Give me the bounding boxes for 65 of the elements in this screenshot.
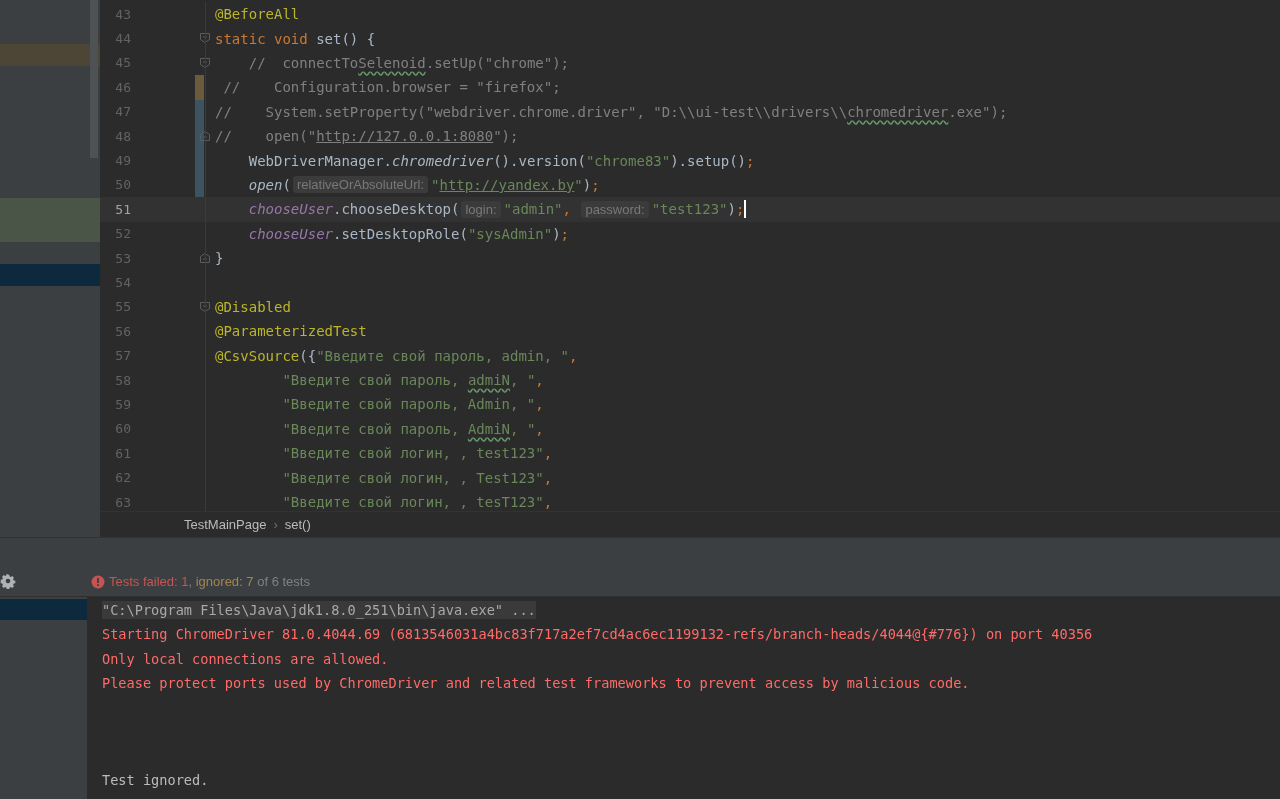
line-number: 57 bbox=[114, 348, 131, 364]
change-marker[interactable] bbox=[195, 75, 204, 100]
breadcrumb-item[interactable]: set() bbox=[284, 517, 311, 532]
line-number: 59 bbox=[114, 396, 131, 412]
code-line: // System.setProperty("webdriver.chrome.driver", "D:\\ui-test\\drivers\\chromedriver.exe"); bbox=[215, 103, 1008, 120]
line-number: 50 bbox=[114, 177, 131, 193]
code-line: } bbox=[215, 250, 224, 267]
code-line: "Введите свой пароль, Admin, ", bbox=[281, 396, 544, 413]
code-line: // open("http://127.0.0.1:8080"); bbox=[215, 128, 519, 145]
line-number: 60 bbox=[114, 421, 131, 437]
scrollbar[interactable] bbox=[90, 0, 98, 158]
selected-row[interactable] bbox=[0, 264, 100, 286]
line-number: 63 bbox=[114, 494, 131, 510]
line-number: 49 bbox=[114, 153, 131, 169]
test-status: Tests failed: 1, ignored: 7 of 6 tests bbox=[109, 574, 310, 589]
error-icon bbox=[91, 574, 105, 589]
console-line: Test ignored. bbox=[102, 772, 209, 789]
settings-icon[interactable] bbox=[0, 573, 16, 589]
breadcrumb-item[interactable]: TestMainPage bbox=[184, 517, 267, 532]
code-line: "Введите свой логин, , test123", bbox=[281, 445, 553, 462]
fold-icon[interactable] bbox=[199, 56, 211, 69]
line-number: 48 bbox=[114, 128, 131, 144]
code-line: // Configuration.browser = "firefox"; bbox=[222, 79, 561, 96]
change-marker[interactable] bbox=[195, 172, 204, 198]
code-line: chooseUser.chooseDesktop( login: "admin", password: "test123"); bbox=[247, 200, 747, 219]
line-number: 54 bbox=[114, 275, 131, 290]
code-line: static void set() { bbox=[215, 30, 376, 47]
code-line: @ParameterizedTest bbox=[215, 323, 367, 340]
code-line: "Введите свой логин, , tesT123", bbox=[281, 494, 553, 510]
code-line: "Введите свой пароль, admiN, ", bbox=[281, 372, 544, 389]
code-line: WebDriverManager.chromedriver().version("chrome83").setup(); bbox=[247, 152, 755, 169]
fold-icon[interactable] bbox=[199, 32, 211, 45]
line-number: 56 bbox=[114, 323, 131, 339]
code-line: chooseUser.setDesktopRole("sysAdmin"); bbox=[247, 225, 570, 242]
fold-icon[interactable] bbox=[199, 251, 211, 264]
line-number: 58 bbox=[114, 372, 131, 388]
code-line: @BeforeAll bbox=[215, 6, 300, 23]
fold-icon[interactable] bbox=[199, 300, 211, 313]
line-number: 62 bbox=[114, 470, 131, 486]
code-line: open( relativeOrAbsoluteUrl: "http://yandex.by"); bbox=[247, 176, 600, 194]
line-number: 46 bbox=[114, 79, 131, 95]
line-number: 47 bbox=[114, 104, 131, 120]
highlighted-row[interactable] bbox=[0, 198, 100, 220]
fold-icon[interactable] bbox=[199, 129, 211, 142]
tree-row[interactable] bbox=[0, 599, 87, 620]
line-number: 43 bbox=[114, 6, 131, 22]
line-number: 51 bbox=[114, 201, 131, 217]
code-line: @CsvSource({"Введите свой пароль, admin, ", bbox=[215, 347, 578, 364]
line-number: 61 bbox=[114, 445, 131, 461]
code-line: "Введите свой пароль, AdmiN, ", bbox=[281, 420, 544, 437]
code-line: // connectToSelenoid.setUp("chrome"); bbox=[247, 54, 570, 71]
console-line: Starting ChromeDriver 81.0.4044.69 (6813546031a4bc83f717a2ef7cd4ac6ec1199132-refs/branch-heads/4044@{#776}) on port 40356 bbox=[102, 626, 1093, 643]
code-line: "Введите свой логин, , Test123", bbox=[281, 469, 553, 486]
line-number: 55 bbox=[114, 299, 131, 315]
line-number: 52 bbox=[114, 226, 131, 242]
line-number: 44 bbox=[114, 31, 131, 47]
line-number: 45 bbox=[114, 55, 131, 71]
highlighted-row[interactable] bbox=[0, 44, 100, 66]
change-marker[interactable] bbox=[195, 99, 204, 124]
breadcrumb-separator: › bbox=[273, 517, 278, 532]
console-line: Only local connections are allowed. bbox=[102, 650, 389, 667]
console-line: Please protect ports used by ChromeDriver and related test frameworks to prevent access by malicious code. bbox=[102, 675, 970, 692]
highlighted-row[interactable] bbox=[0, 220, 100, 242]
code-line: @Disabled bbox=[215, 298, 291, 315]
line-number: 53 bbox=[114, 250, 131, 266]
